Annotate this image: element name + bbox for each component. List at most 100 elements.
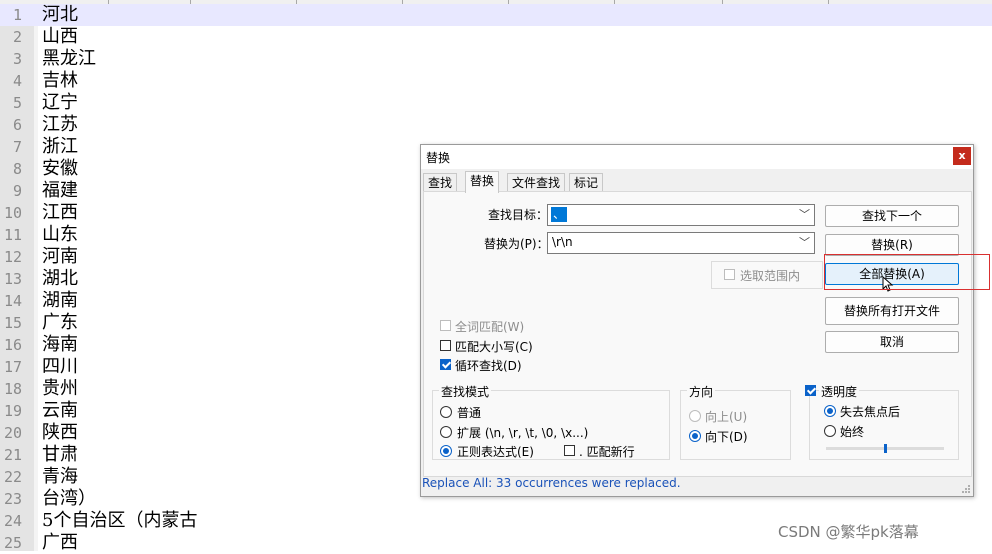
line-number: 8 — [12, 160, 22, 178]
line-number: 15 — [3, 314, 22, 332]
find-input-value: 、 — [551, 207, 568, 222]
find-input[interactable]: 、 ﹀ — [547, 204, 815, 226]
line-number: 5 — [12, 94, 22, 112]
search-mode-group: 查找模式 普通 扩展 (\n, \r, \t, \0, \x...) 正则表达式… — [432, 383, 670, 460]
lose-focus-label: 失去焦点后 — [840, 405, 901, 419]
direction-up-radio[interactable] — [689, 410, 701, 422]
dialog-titlebar[interactable]: 替换 x — [421, 145, 973, 169]
line-text: 福建 — [42, 180, 78, 201]
line-text: 贵州 — [42, 378, 78, 399]
line-text: 江苏 — [42, 114, 78, 135]
replace-button[interactable]: 替换(R) — [825, 234, 959, 256]
line-text: 河北 — [42, 4, 78, 25]
line-number: 11 — [3, 226, 22, 244]
line-number: 21 — [3, 446, 22, 464]
watermark: CSDN @繁华pk落幕 — [778, 523, 919, 541]
line-number: 18 — [3, 380, 22, 398]
close-button[interactable]: x — [953, 147, 971, 165]
search-mode-title: 查找模式 — [439, 383, 492, 400]
line-number: 24 — [3, 512, 22, 530]
transparency-slider[interactable] — [826, 444, 944, 453]
in-selection-group: 选取范围内 — [711, 261, 823, 289]
line-text: 湖南 — [42, 290, 78, 311]
line-number: 22 — [3, 468, 22, 486]
line-number: 12 — [3, 248, 22, 266]
line-number: 17 — [3, 358, 22, 376]
close-icon: x — [958, 149, 966, 162]
status-message: Replace All: 33 occurrences were replace… — [422, 476, 681, 490]
editor-line[interactable]: 2 山西 — [0, 26, 992, 48]
transparency-slider-thumb[interactable] — [883, 444, 887, 453]
line-number: 4 — [12, 72, 22, 90]
line-number: 20 — [3, 424, 22, 442]
line-number: 16 — [3, 336, 22, 354]
match-case-label: 匹配大小写(C) — [455, 340, 533, 354]
line-text: 浙江 — [42, 136, 78, 157]
tab-find-in-files[interactable]: 文件查找 — [507, 173, 566, 192]
editor-line[interactable]: 4 吉林 — [0, 70, 992, 92]
mode-extended-radio[interactable] — [440, 426, 452, 438]
line-number: 14 — [3, 292, 22, 310]
line-text: 山西 — [42, 26, 78, 47]
whole-word-checkbox[interactable] — [440, 320, 451, 331]
line-number: 2 — [12, 28, 22, 46]
line-text: 海南 — [42, 334, 78, 355]
line-text: 安徽 — [42, 158, 78, 179]
resize-grip-icon[interactable] — [961, 484, 971, 494]
mode-normal-radio[interactable] — [440, 406, 452, 418]
find-label: 查找目标： — [488, 208, 549, 222]
always-radio[interactable] — [824, 425, 836, 437]
line-text: 湖北 — [42, 268, 78, 289]
line-text: 山东 — [42, 224, 78, 245]
line-text: 辽宁 — [42, 92, 78, 113]
line-number: 9 — [12, 182, 22, 200]
line-text: 黑龙江 — [42, 48, 96, 69]
find-next-button[interactable]: 查找下一个 — [825, 205, 959, 227]
line-number: 7 — [12, 138, 22, 156]
in-selection-label: 选取范围内 — [740, 269, 801, 283]
tab-find[interactable]: 查找 — [423, 173, 458, 192]
line-text: 陕西 — [42, 422, 78, 443]
line-text: 甘肃 — [42, 444, 78, 465]
mode-regex-label: 正则表达式(E) — [457, 445, 534, 459]
editor-line[interactable]: 3 黑龙江 — [0, 48, 992, 70]
chevron-down-icon[interactable]: ﹀ — [799, 234, 810, 250]
tab-replace[interactable]: 替换 — [465, 171, 500, 193]
line-text: 河南 — [42, 246, 78, 267]
replace-label: 替换为(P)： — [484, 237, 549, 251]
annotation-highlight-box — [824, 254, 990, 290]
in-selection-checkbox[interactable] — [724, 269, 735, 280]
line-number: 3 — [12, 50, 22, 68]
lose-focus-radio[interactable] — [824, 405, 836, 417]
mode-normal-label: 普通 — [457, 406, 482, 420]
direction-title: 方向 — [687, 383, 716, 400]
editor-line[interactable]: 6 江苏 — [0, 114, 992, 136]
tab-mark[interactable]: 标记 — [569, 173, 604, 192]
cancel-button[interactable]: 取消 — [825, 331, 959, 353]
chevron-down-icon[interactable]: ﹀ — [799, 206, 810, 222]
replace-input-value: \r\n — [552, 235, 573, 249]
wrap-around-checkbox[interactable] — [440, 359, 451, 370]
direction-down-radio[interactable] — [689, 430, 701, 442]
line-text: 台湾） — [42, 488, 96, 509]
dot-newline-label: . 匹配新行 — [579, 445, 635, 459]
replace-tab-panel: 查找目标： 、 ﹀ 替换为(P)： \r\n ﹀ 选取范围内 查找下一个 替换(… — [423, 191, 972, 477]
replace-input[interactable]: \r\n ﹀ — [547, 232, 815, 254]
wrap-around-label: 循环查找(D) — [455, 359, 522, 373]
transparency-group: 透明度 失去焦点后 始终 — [805, 383, 959, 460]
direction-down-label: 向下(D) — [705, 430, 748, 444]
editor-line[interactable]: 5 辽宁 — [0, 92, 992, 114]
match-case-checkbox[interactable] — [440, 340, 451, 351]
whole-word-label: 全词匹配(W) — [455, 320, 525, 334]
line-number: 23 — [3, 490, 22, 508]
replace-all-open-files-button[interactable]: 替换所有打开文件 — [825, 297, 959, 325]
transparency-checkbox[interactable] — [805, 385, 816, 396]
line-text: 云南 — [42, 400, 78, 421]
line-text: 青海 — [42, 466, 78, 487]
editor-line[interactable]: 1 河北 — [0, 4, 992, 26]
always-label: 始终 — [840, 425, 865, 439]
mode-regex-radio[interactable] — [440, 445, 452, 457]
line-text: 四川 — [42, 356, 78, 377]
direction-up-label: 向上(U) — [705, 410, 748, 424]
dot-newline-checkbox[interactable] — [564, 445, 575, 456]
